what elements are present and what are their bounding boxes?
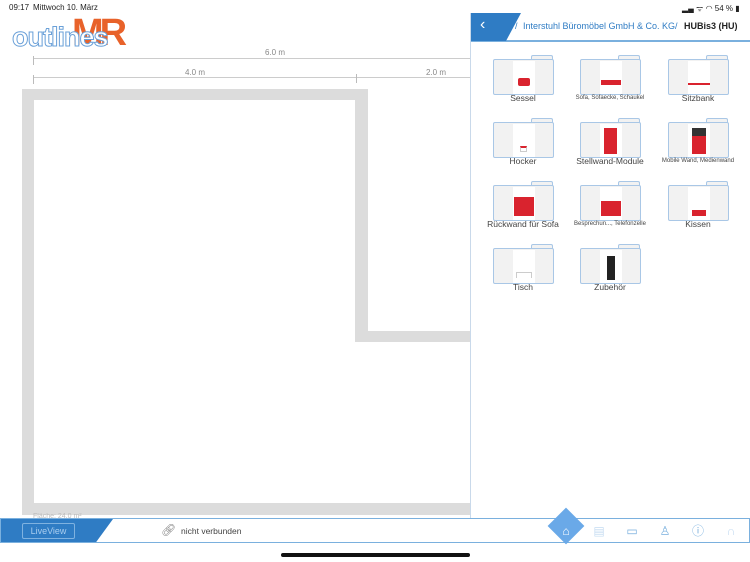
- folder-label: Mobile Wand, Medienwand: [661, 158, 735, 164]
- folder-icon: [580, 185, 641, 221]
- product-thumbnail: [513, 187, 535, 220]
- product-thumbnail: [600, 61, 622, 94]
- battery-level: 54 %: [714, 4, 734, 13]
- folder-label: Zubehör: [594, 282, 626, 292]
- product-thumbnail: [688, 124, 710, 157]
- folder-label: Stellwand-Module: [576, 156, 644, 166]
- chevron-left-icon: ‹: [480, 16, 486, 33]
- breadcrumb-current: HUBis3 (HU): [684, 21, 738, 31]
- folder-icon: [580, 248, 641, 284]
- folder-item[interactable]: Sessel: [493, 55, 554, 107]
- folder-item[interactable]: Kissen: [668, 181, 729, 233]
- home-icon[interactable]: ⌂: [558, 523, 574, 539]
- folder-item[interactable]: Hocker: [493, 118, 554, 170]
- product-thumbnail: [688, 61, 710, 94]
- product-thumbnail: [600, 124, 622, 157]
- folder-label: Hocker: [509, 156, 537, 166]
- folder-label: Sessel: [510, 93, 536, 103]
- folder-label: Kissen: [685, 219, 711, 229]
- home-indicator: [281, 553, 470, 557]
- connection-status: nicht verbunden: [181, 526, 242, 536]
- product-thumbnail: [513, 61, 535, 94]
- folder-icon: [580, 122, 641, 158]
- status-time: 09:17: [9, 3, 30, 12]
- dimension-right: 2.0 m: [426, 68, 447, 77]
- product-thumbnail: [513, 250, 535, 283]
- bottom-toolbar: LiveView 🔗︎ nicht verbunden ⌂ ▤ ▭ ♙ ⓘ ∩: [0, 507, 750, 545]
- folder-icon: [493, 59, 554, 95]
- product-thumbnail: [513, 124, 535, 157]
- folder-icon: [493, 122, 554, 158]
- user-icon[interactable]: ♙: [657, 523, 673, 539]
- catalog-panel: ‹ / Interstuhl Büromöbel GmbH & Co. KG /…: [470, 13, 750, 518]
- folder-label: Sitzbank: [681, 93, 715, 103]
- folder-label: Sofa, Sofaecke, Schaukel: [575, 95, 645, 101]
- link-icon: 🔗︎: [161, 523, 177, 537]
- folder-icon: [580, 59, 641, 95]
- room-floor[interactable]: [34, 342, 470, 503]
- folder-item[interactable]: Mobile Wand, Medienwand: [662, 118, 734, 170]
- folder-item[interactable]: Zubehör: [580, 244, 641, 296]
- folder-item[interactable]: Stellwand-Module: [576, 118, 644, 170]
- folder-label: Besprechun..., Telefonzelle: [574, 221, 646, 227]
- panel-header: ‹ / Interstuhl Büromöbel GmbH & Co. KG /…: [471, 13, 750, 42]
- folder-item[interactable]: Sofa, Sofaecke, Schaukel: [576, 55, 644, 107]
- folder-label: Rückwand für Sofa: [487, 219, 559, 229]
- product-thumbnail: [600, 187, 622, 220]
- dimension-total: 6.0 m: [265, 48, 286, 57]
- undo-icon[interactable]: ∩: [723, 523, 739, 539]
- folder-icon: [493, 185, 554, 221]
- save-icon[interactable]: ▤: [591, 523, 607, 539]
- status-date: Mittwoch 10. März: [33, 3, 98, 12]
- liveview-button[interactable]: LiveView: [22, 523, 75, 539]
- info-icon[interactable]: ⓘ: [690, 523, 706, 539]
- folder-item[interactable]: Sitzbank: [668, 55, 729, 107]
- back-button[interactable]: ‹: [471, 13, 521, 41]
- folder-item[interactable]: Besprechun..., Telefonzelle: [574, 181, 646, 233]
- product-thumbnail: [688, 187, 710, 220]
- folder-icon: [668, 185, 729, 221]
- folder-icon: [493, 248, 554, 284]
- product-thumbnail: [600, 250, 622, 283]
- folder-icon: [668, 122, 729, 158]
- folder-label: Tisch: [513, 282, 533, 292]
- folder-item[interactable]: Tisch: [493, 244, 554, 296]
- folder-item[interactable]: Rückwand für Sofa: [487, 181, 559, 233]
- folder-icon: [668, 59, 729, 95]
- folder-icon[interactable]: ▭: [624, 523, 640, 539]
- app-logo: MR outlines: [12, 12, 128, 54]
- breadcrumb-manufacturer[interactable]: Interstuhl Büromöbel GmbH & Co. KG: [523, 21, 675, 31]
- dimension-left: 4.0 m: [185, 68, 206, 77]
